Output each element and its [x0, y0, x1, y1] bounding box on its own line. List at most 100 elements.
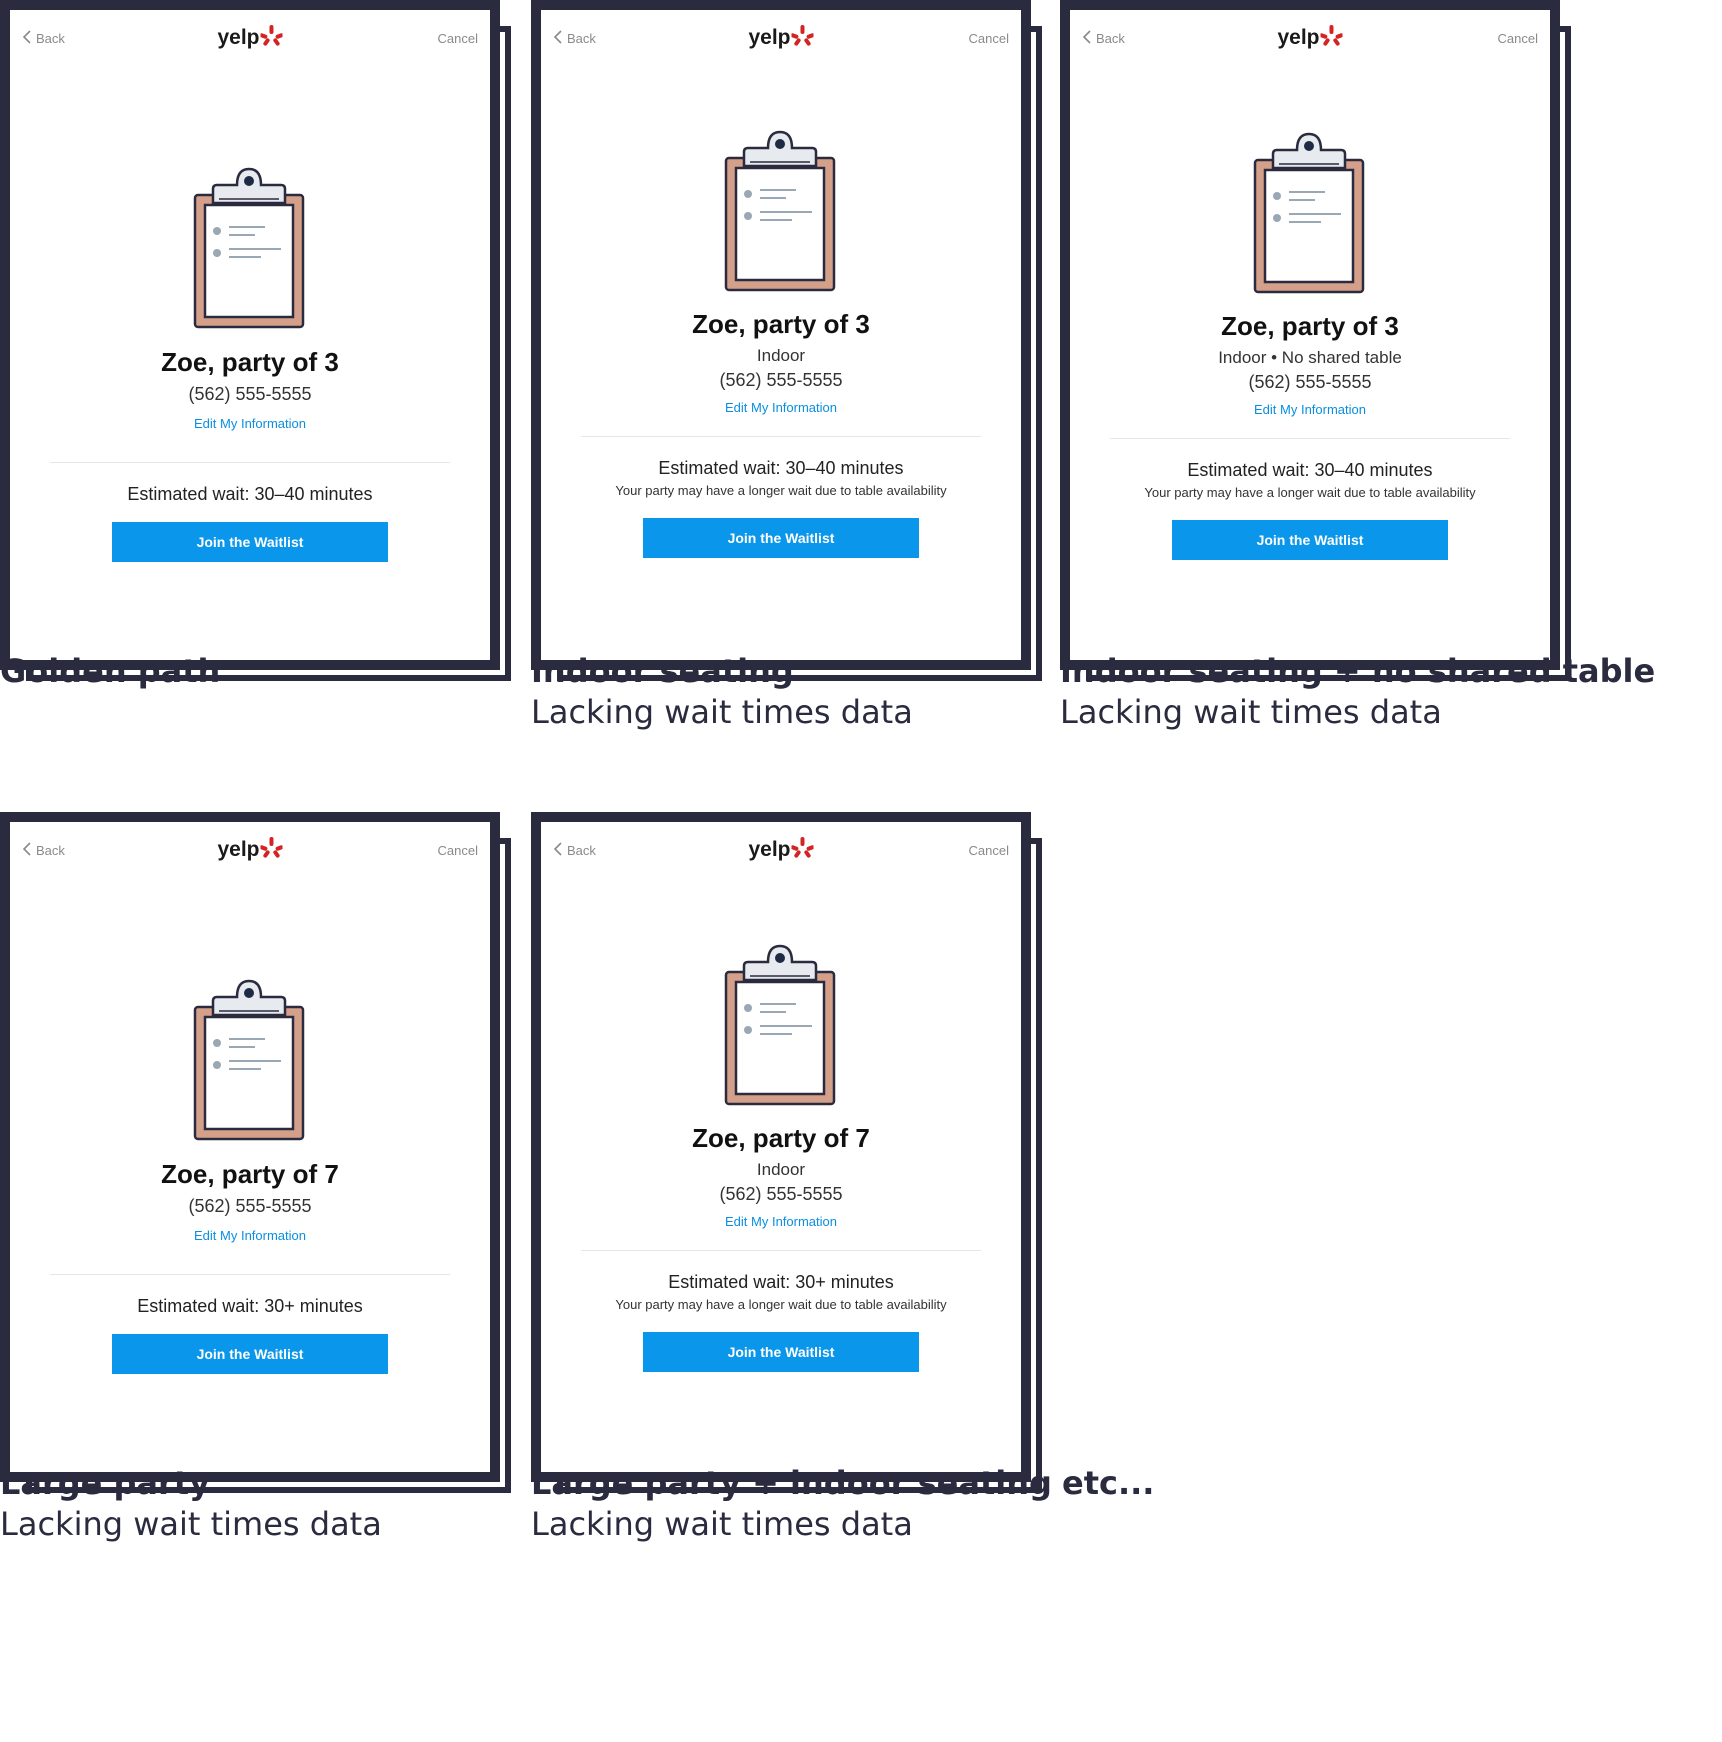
phone-number: (562) 555-5555 [188, 384, 312, 404]
estimated-wait: Estimated wait: 30+ minutes [668, 1272, 894, 1292]
caption-subtitle: Lacking wait times data [0, 1505, 382, 1543]
chevron-left-icon [22, 30, 32, 47]
party-info: Zoe, party of 3 Indoor (562) 555-5555 Ed… [541, 308, 1021, 418]
clipboard-icon [716, 942, 846, 1112]
divider [50, 462, 450, 463]
screen-stack: Back yelp Cancel Zoe, party of 7 Indoor … [531, 812, 1061, 1512]
cancel-button[interactable]: Cancel [1498, 31, 1538, 46]
cancel-button[interactable]: Cancel [969, 843, 1009, 858]
edit-info-link[interactable]: Edit My Information [10, 414, 490, 434]
screen-stack: Back yelp Cancel Zoe, party of 3 (562) 5… [0, 0, 530, 700]
caption-title: Golden path [0, 652, 221, 690]
party-name: Zoe, party of 3 [1221, 311, 1399, 341]
party-info: Zoe, party of 3 (562) 555-5555 Edit My I… [10, 346, 490, 434]
join-waitlist-button[interactable]: Join the Waitlist [112, 1334, 388, 1374]
back-button[interactable]: Back [553, 30, 596, 47]
join-waitlist-button[interactable]: Join the Waitlist [1172, 520, 1448, 560]
phone-screen: Back yelp Cancel Zoe, party of 7 Indoor … [531, 812, 1031, 1482]
join-waitlist-button[interactable]: Join the Waitlist [112, 522, 388, 562]
yelp-burst-icon [260, 24, 283, 48]
estimated-wait: Estimated wait: 30–40 minutes [658, 458, 904, 478]
divider [50, 1274, 450, 1275]
yelp-burst-icon [1320, 24, 1343, 48]
party-info: Zoe, party of 3 Indoor • No shared table… [1070, 310, 1550, 420]
cancel-button[interactable]: Cancel [438, 843, 478, 858]
phone-screen: Back yelp Cancel Zoe, party of 3 Indoor … [531, 0, 1031, 670]
caption-title: Large party [0, 1464, 210, 1502]
back-label: Back [567, 843, 596, 858]
edit-info-link[interactable]: Edit My Information [541, 398, 1021, 418]
edit-info-link[interactable]: Edit My Information [1070, 400, 1550, 420]
cancel-button[interactable]: Cancel [438, 31, 478, 46]
seating-preference: Indoor [756, 346, 806, 365]
estimated-wait: Estimated wait: 30–40 minutes [1187, 460, 1433, 480]
availability-note: Your party may have a longer wait due to… [1144, 485, 1476, 500]
seating-preference: Indoor [756, 1160, 806, 1179]
yelp-logo: yelp [217, 836, 283, 861]
party-name: Zoe, party of 3 [692, 309, 870, 339]
caption-title: Indoor seating [531, 652, 794, 690]
availability-note: Your party may have a longer wait due to… [615, 1297, 947, 1312]
nav-bar: Back yelp Cancel [1070, 10, 1550, 70]
phone-screen: Back yelp Cancel Zoe, party of 3 Indoor … [1060, 0, 1560, 670]
phone-screen: Back yelp Cancel Zoe, party of 3 (562) 5… [0, 0, 500, 670]
party-name: Zoe, party of 3 [161, 347, 339, 377]
edit-info-link[interactable]: Edit My Information [541, 1212, 1021, 1232]
phone-number: (562) 555-5555 [719, 370, 843, 390]
availability-note: Your party may have a longer wait due to… [615, 483, 947, 498]
phone-number: (562) 555-5555 [1248, 372, 1372, 392]
variant-caption: Indoor seating Lacking wait times data [531, 650, 913, 732]
screen-stack: Back yelp Cancel Zoe, party of 3 Indoor … [531, 0, 1061, 700]
back-label: Back [36, 31, 65, 46]
yelp-wordmark: yelp [217, 26, 260, 49]
caption-title: Indoor seating + no shared table [1060, 652, 1656, 690]
variant-caption: Large party + indoor seating Lacking wai… [531, 1462, 1052, 1544]
back-button[interactable]: Back [1082, 30, 1125, 47]
screen-stack: Back yelp Cancel Zoe, party of 7 (562) 5… [0, 812, 530, 1512]
nav-bar: Back yelp Cancel [10, 822, 490, 882]
back-button[interactable]: Back [553, 842, 596, 859]
variant-caption: Golden path [0, 650, 220, 692]
back-label: Back [567, 31, 596, 46]
divider [581, 1250, 981, 1251]
back-button[interactable]: Back [22, 30, 65, 47]
back-button[interactable]: Back [22, 842, 65, 859]
cancel-button[interactable]: Cancel [969, 31, 1009, 46]
party-name: Zoe, party of 7 [692, 1123, 870, 1153]
clipboard-icon [185, 977, 315, 1147]
nav-bar: Back yelp Cancel [541, 10, 1021, 70]
caption-subtitle: Lacking wait times data [531, 1505, 913, 1543]
join-waitlist-button[interactable]: Join the Waitlist [643, 518, 919, 558]
variant-caption: Large party Lacking wait times data [0, 1462, 382, 1544]
yelp-logo: yelp [1277, 24, 1343, 49]
etc-label: etc... [1062, 1462, 1154, 1504]
join-waitlist-button[interactable]: Join the Waitlist [643, 1332, 919, 1372]
edit-info-link[interactable]: Edit My Information [10, 1226, 490, 1246]
clipboard-icon [185, 165, 315, 335]
yelp-burst-icon [791, 24, 814, 48]
yelp-burst-icon [791, 836, 814, 860]
variant-caption: Indoor seating + no shared table Lacking… [1060, 650, 1655, 732]
divider [581, 436, 981, 437]
yelp-wordmark: yelp [1277, 26, 1320, 49]
back-label: Back [1096, 31, 1125, 46]
yelp-wordmark: yelp [217, 838, 260, 861]
chevron-left-icon [22, 842, 32, 859]
etc-text: etc... [1062, 1464, 1155, 1502]
party-name: Zoe, party of 7 [161, 1159, 339, 1189]
nav-bar: Back yelp Cancel [541, 822, 1021, 882]
chevron-left-icon [553, 842, 563, 859]
caption-subtitle: Lacking wait times data [1060, 693, 1442, 731]
phone-screen: Back yelp Cancel Zoe, party of 7 (562) 5… [0, 812, 500, 1482]
caption-title: Large party + indoor seating [531, 1464, 1052, 1502]
screen-stack: Back yelp Cancel Zoe, party of 3 Indoor … [1060, 0, 1590, 700]
estimated-wait: Estimated wait: 30+ minutes [137, 1296, 363, 1316]
yelp-logo: yelp [748, 24, 814, 48]
yelp-logo: yelp [748, 836, 814, 860]
nav-bar: Back yelp Cancel [10, 10, 490, 70]
estimated-wait: Estimated wait: 30–40 minutes [127, 484, 373, 504]
divider [1110, 438, 1510, 439]
phone-number: (562) 555-5555 [719, 1184, 843, 1204]
yelp-logo: yelp [217, 24, 283, 49]
clipboard-icon [716, 128, 846, 298]
